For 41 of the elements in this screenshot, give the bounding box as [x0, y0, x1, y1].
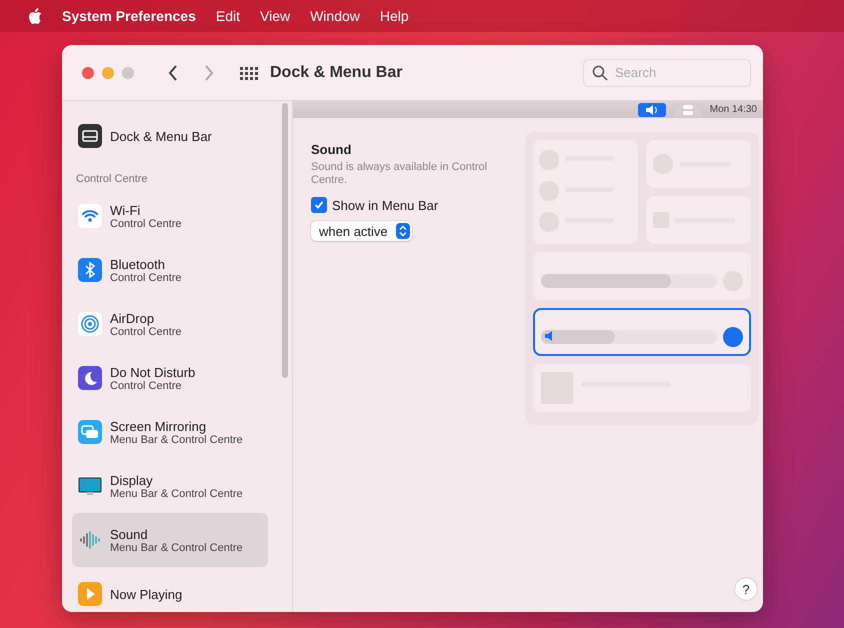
bluetooth-icon — [78, 258, 102, 282]
speaker-icon — [638, 102, 666, 116]
up-down-chevron-icon — [398, 225, 407, 237]
menu-item[interactable]: Help — [380, 8, 409, 24]
sidebar-item[interactable]: Wi-Fi Control Centre — [72, 189, 268, 243]
sidebar-item[interactable]: Screen Mirroring Menu Bar & Control Centre — [72, 405, 268, 459]
clock-text: Mon 14:30 — [710, 104, 757, 115]
section-heading: Control Centre — [76, 173, 149, 185]
sidebar-item[interactable]: Now Playing — [72, 567, 268, 612]
airdrop-icon — [78, 312, 102, 336]
chevron-right-icon — [204, 64, 214, 80]
close-button[interactable] — [82, 66, 94, 78]
window-title: Dock & Menu Bar — [270, 64, 402, 82]
visibility-popup[interactable]: when active — [311, 221, 412, 241]
apple-logo-icon[interactable] — [28, 8, 42, 24]
description-text: Sound is always available in Control Centre. — [311, 161, 488, 187]
scrollbar-thumb[interactable] — [282, 103, 288, 378]
minimize-button[interactable] — [102, 66, 114, 78]
checkmark-icon — [314, 200, 324, 210]
sidebar-item[interactable]: Do Not Disturb Control Centre — [72, 351, 268, 405]
wifi-icon — [78, 204, 102, 228]
sidebar-item[interactable]: Sound Menu Bar & Control Centre — [72, 513, 268, 567]
screen-mirroring-icon — [78, 420, 102, 444]
show-in-menu-bar-checkbox[interactable]: Show in Menu Bar — [311, 197, 438, 213]
menu-item[interactable]: Window — [310, 8, 360, 24]
sidebar-item[interactable]: Display Menu Bar & Control Centre — [72, 459, 268, 513]
help-button[interactable]: ? — [735, 578, 757, 600]
dock-icon — [78, 124, 102, 148]
sidebar-item[interactable]: AirDrop Control Centre — [72, 297, 268, 351]
section-title: Sound — [311, 142, 352, 157]
app-menu[interactable]: System Preferences — [62, 8, 196, 24]
chevron-left-icon — [168, 64, 178, 80]
search-icon — [592, 64, 608, 80]
menu-item[interactable]: View — [260, 8, 290, 24]
play-icon — [78, 582, 102, 606]
grid-icon[interactable] — [240, 64, 258, 80]
moon-icon — [78, 366, 102, 390]
sidebar-item[interactable]: Bluetooth Control Centre — [72, 243, 268, 297]
menu-item[interactable]: Edit — [216, 8, 240, 24]
search-field[interactable]: Search — [583, 58, 751, 86]
sidebar-item[interactable]: Dock & Menu Bar — [72, 109, 268, 163]
